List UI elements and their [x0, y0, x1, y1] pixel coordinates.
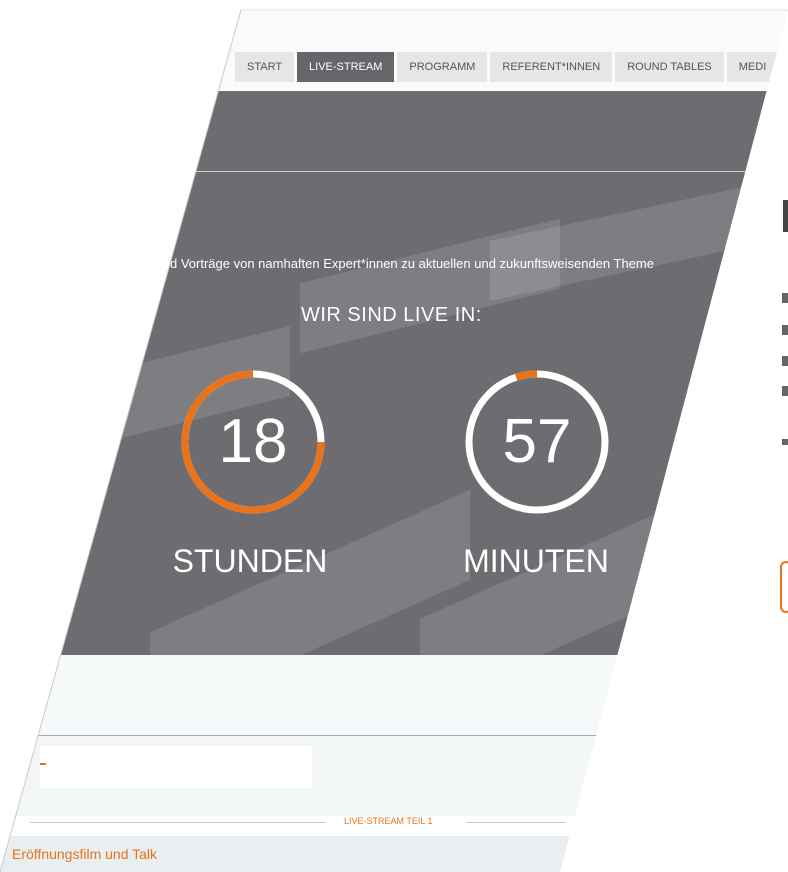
minutes-dial: 57 [462, 367, 612, 517]
section-label: LIVE-STREAM TEIL 1 [344, 816, 433, 826]
top-navbar: START LIVE-STREAM PROGRAMM REFERENT*INNE… [0, 10, 788, 90]
right-text-fragment [782, 325, 788, 335]
nav-item-referentinnen[interactable]: REFERENT*INNEN [490, 52, 613, 82]
right-text-fragment [782, 439, 788, 445]
right-heading-fragment [783, 200, 788, 232]
nav-menu: START LIVE-STREAM PROGRAMM REFERENT*INNE… [235, 52, 779, 82]
right-button-fragment[interactable] [780, 561, 788, 613]
nav-item-round-tables[interactable]: ROUND TABLES [615, 52, 724, 82]
hours-label: STUNDEN [172, 543, 328, 579]
right-text-fragment [782, 386, 788, 396]
live-in-heading: WIR SIND LIVE IN: [301, 304, 482, 326]
hero-divider [0, 171, 788, 172]
minutes-label: MINUTEN [463, 543, 609, 579]
right-text-fragment [782, 293, 788, 303]
minutes-value: 57 [502, 407, 572, 476]
hours-value: 18 [218, 407, 288, 476]
nav-item-live-stream[interactable]: LIVE-STREAM [297, 52, 395, 82]
nav-item-start[interactable]: START [235, 52, 295, 82]
right-text-fragment [782, 356, 788, 366]
schedule-row-title[interactable]: Eröffnungsfilm und Talk [12, 846, 157, 862]
hero-subtitle: d Vorträge von namhaften Expert*innen zu… [170, 256, 654, 271]
nav-item-programm[interactable]: PROGRAMM [397, 52, 488, 82]
section-rule-right [466, 822, 566, 823]
decor-stripe [300, 218, 560, 354]
section-rule-left [30, 822, 326, 823]
filter-input[interactable] [40, 746, 312, 788]
filter-input-marker [40, 763, 46, 765]
hours-dial: 18 [178, 367, 328, 517]
